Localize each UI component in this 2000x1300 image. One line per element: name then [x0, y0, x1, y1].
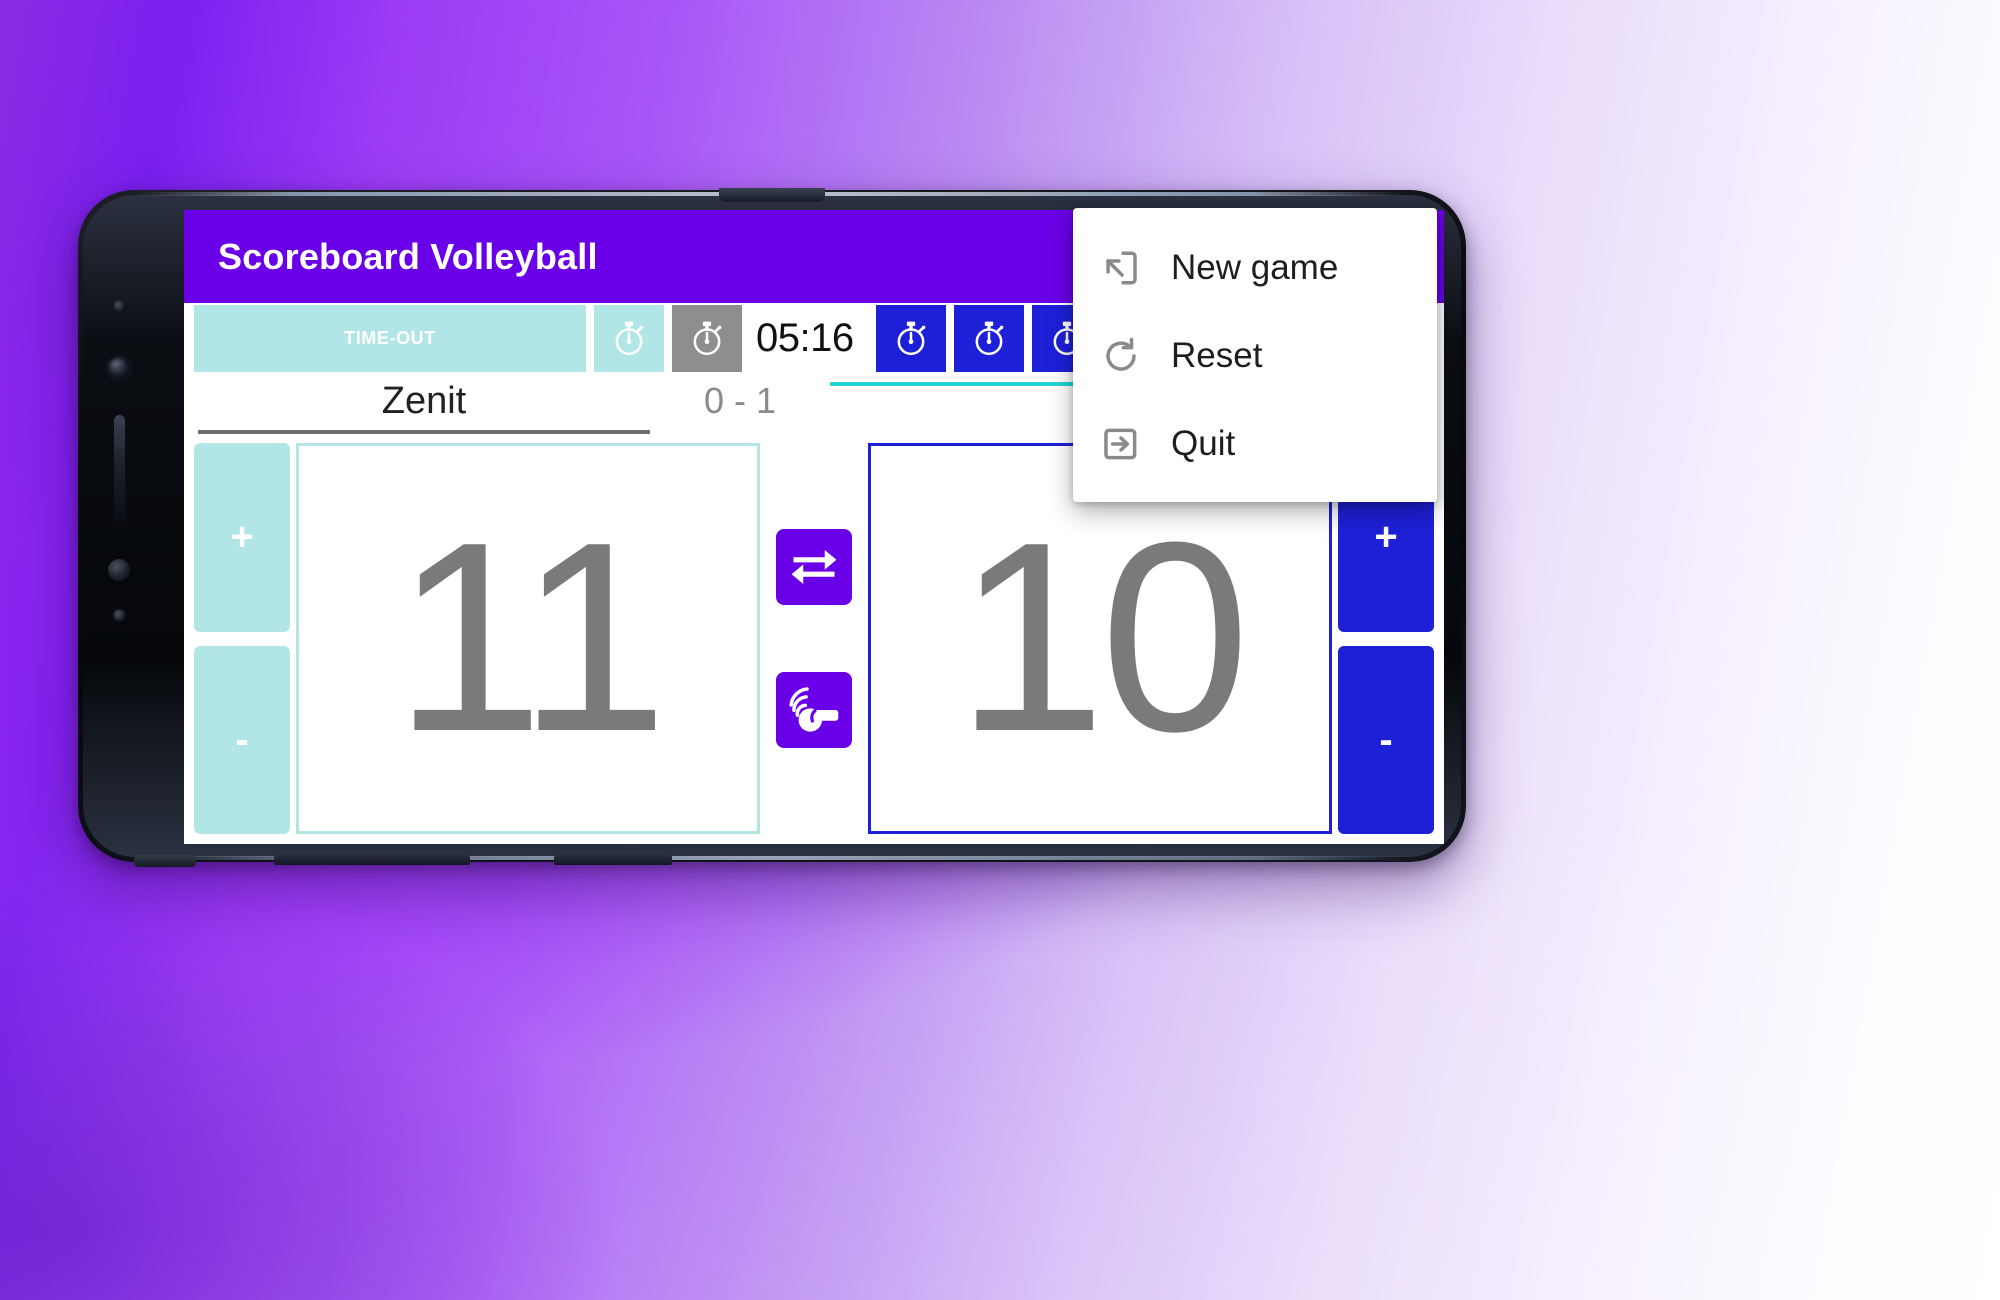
- set-score: 0 - 1: [703, 380, 777, 421]
- bottom-port-nub: [134, 855, 196, 867]
- sensor-column: [104, 300, 134, 664]
- speaker-grille-left: [274, 852, 470, 865]
- app-title: Scoreboard Volleyball: [218, 235, 598, 277]
- front-camera-icon: [106, 355, 132, 381]
- microphone-icon: [112, 609, 126, 622]
- match-clock: 05:16: [756, 316, 854, 360]
- exit-to-app-icon: [1097, 244, 1145, 292]
- stopwatch-icon: [891, 319, 931, 359]
- login-arrow-icon: [1097, 420, 1145, 468]
- left-team-header[interactable]: Zenit: [198, 377, 650, 434]
- timer-blue-2-button[interactable]: [953, 305, 1024, 372]
- whistle-button[interactable]: [776, 672, 852, 749]
- swap-horizontal-icon: [786, 539, 842, 595]
- left-team-name: Zenit: [381, 380, 467, 422]
- time-out-button[interactable]: TIME-OUT: [194, 305, 586, 372]
- volume-button[interactable]: [113, 415, 125, 523]
- stopwatch-icon: [969, 319, 1009, 359]
- left-score-box[interactable]: 11: [296, 443, 760, 834]
- menu-item-label: Quit: [1171, 424, 1236, 463]
- swap-sides-button[interactable]: [776, 528, 852, 605]
- time-out-label: TIME-OUT: [344, 328, 436, 348]
- proximity-sensor-icon: [112, 300, 126, 313]
- stopwatch-icon: [609, 319, 649, 359]
- score-area: + - 11 10 + -: [184, 443, 1444, 844]
- speaker-grille-right: [554, 852, 672, 865]
- menu-item-label: New game: [1171, 248, 1339, 287]
- timer-gray-button[interactable]: [672, 305, 742, 372]
- menu-item-new-game[interactable]: New game: [1073, 224, 1437, 312]
- center-action-column: [766, 443, 862, 834]
- power-button[interactable]: [108, 559, 130, 581]
- menu-item-reset[interactable]: Reset: [1073, 312, 1437, 400]
- timer-teal-button[interactable]: [594, 305, 664, 372]
- menu-item-quit[interactable]: Quit: [1073, 400, 1437, 488]
- right-minus-button[interactable]: -: [1338, 645, 1434, 834]
- right-score-value: 10: [955, 487, 1250, 789]
- left-minus-button[interactable]: -: [194, 645, 290, 834]
- menu-item-label: Reset: [1171, 336, 1263, 375]
- left-team-underline: [198, 430, 650, 434]
- whistle-icon: [786, 682, 842, 738]
- stopwatch-icon: [687, 319, 727, 359]
- left-score-value: 11: [393, 487, 668, 789]
- refresh-icon: [1097, 332, 1145, 380]
- overflow-menu: New game Reset Quit: [1073, 208, 1437, 502]
- left-plus-button[interactable]: +: [194, 443, 290, 632]
- timer-blue-1-button[interactable]: [875, 305, 946, 372]
- earpiece-notch: [719, 188, 825, 202]
- left-stepper: + -: [194, 443, 290, 834]
